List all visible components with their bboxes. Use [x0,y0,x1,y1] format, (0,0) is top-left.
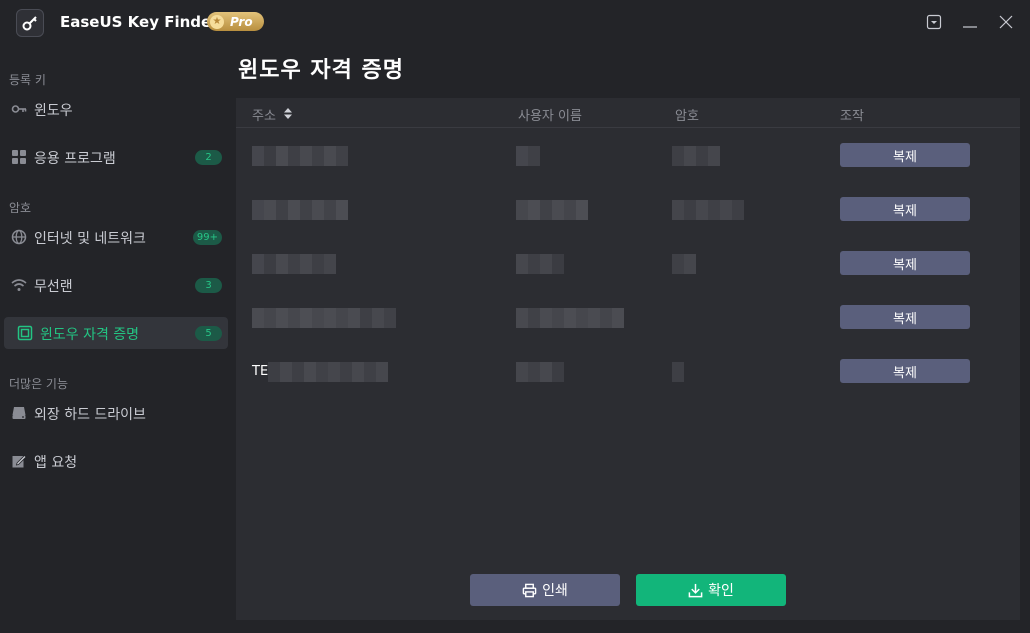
wifi-icon [11,279,27,291]
redacted-address [252,308,396,328]
sidebar-item-external-drive[interactable]: 외장 하드 드라이브 [4,397,228,429]
minimize-icon[interactable] [960,12,980,32]
sidebar-item-label: 응용 프로그램 [34,151,116,167]
apps-grid-icon [12,150,26,164]
table-row: TE 복제 [236,345,1020,399]
redacted-address [252,146,348,166]
title-bar: EaseUS Key Finder ★ Pro [0,0,1030,46]
column-header-action: 조작 [840,109,864,124]
redacted-password [672,254,696,274]
key-icon [11,105,27,113]
table-row: 복제 [236,237,1020,291]
redacted-address [252,254,336,274]
section-label-password: 암호 [9,201,32,215]
section-label-registry: 등록 키 [9,73,46,87]
edit-icon [12,454,27,468]
redacted-username [516,200,588,220]
count-badge: 99+ [192,230,222,245]
column-header-address[interactable]: 주소 [252,105,293,124]
table-header: 주소 사용자 이름 암호 조작 [236,98,1020,128]
column-header-username[interactable]: 사용자 이름 [518,105,582,124]
count-badge: 2 [195,150,222,165]
confirm-button-label: 확인 [708,583,734,599]
print-button-label: 인쇄 [542,583,568,599]
print-button[interactable]: 인쇄 [470,574,620,606]
pro-label: Pro [230,14,253,29]
redacted-password [672,146,720,166]
printer-icon [522,583,537,597]
sidebar-item-label: 무선랜 [34,279,73,295]
copy-button[interactable]: 복제 [840,359,970,383]
redacted-address [252,200,348,220]
sidebar-item-windows[interactable]: 윈도우 [4,93,228,125]
globe-icon [11,229,27,245]
redacted-password [672,200,744,220]
redacted-username [516,254,564,274]
redacted-username [516,146,540,166]
redacted-password [672,362,684,382]
sidebar-item-label: 윈도우 [34,103,73,119]
copy-button[interactable]: 복제 [840,305,970,329]
sidebar-item-app-request[interactable]: 앱 요청 [4,445,228,477]
column-header-password[interactable]: 암호 [675,105,699,124]
menu-icon[interactable] [924,12,944,32]
table-row: 복제 [236,129,1020,183]
drive-icon [12,407,26,419]
sidebar-item-applications[interactable]: 응용 프로그램 2 [4,141,228,173]
star-icon: ★ [210,14,224,29]
app-logo-icon [16,9,44,37]
copy-button[interactable]: 복제 [840,197,970,221]
credential-icon [17,325,33,341]
copy-button[interactable]: 복제 [840,251,970,275]
credentials-table: 주소 사용자 이름 암호 조작 복제 복제 복제 복제 TE 복제 [236,98,1020,620]
section-label-more-features: 더많은 기능 [9,377,69,391]
pro-badge[interactable]: ★ Pro [207,12,264,31]
sidebar-item-label: 외장 하드 드라이브 [34,407,146,423]
sidebar-item-windows-credentials[interactable]: 윈도우 자격 증명 5 [4,317,228,349]
table-row: 복제 [236,291,1020,345]
count-badge: 5 [195,326,222,341]
app-title: EaseUS Key Finder [60,13,219,31]
address-prefix: TE [252,364,269,379]
count-badge: 3 [195,278,222,293]
column-header-label: 주소 [252,109,276,124]
sidebar-item-internet-network[interactable]: 인터넷 및 네트워크 99+ [4,221,228,253]
confirm-button[interactable]: 확인 [636,574,786,606]
sort-icon [284,108,293,119]
redacted-address: TE [252,362,389,382]
copy-button[interactable]: 복제 [840,143,970,167]
table-row: 복제 [236,183,1020,237]
page-title: 윈도우 자격 증명 [238,57,404,83]
redacted-username [516,308,624,328]
app-window: EaseUS Key Finder ★ Pro 등록 키 윈도우 응용 프로그램… [0,0,1030,633]
redacted-username [516,362,564,382]
sidebar-item-label: 인터넷 및 네트워크 [34,231,146,247]
sidebar-item-label: 앱 요청 [34,455,78,471]
sidebar-item-wireless[interactable]: 무선랜 3 [4,269,228,301]
sidebar-item-label: 윈도우 자격 증명 [40,327,140,343]
close-icon[interactable] [996,12,1016,32]
download-icon [688,583,703,597]
